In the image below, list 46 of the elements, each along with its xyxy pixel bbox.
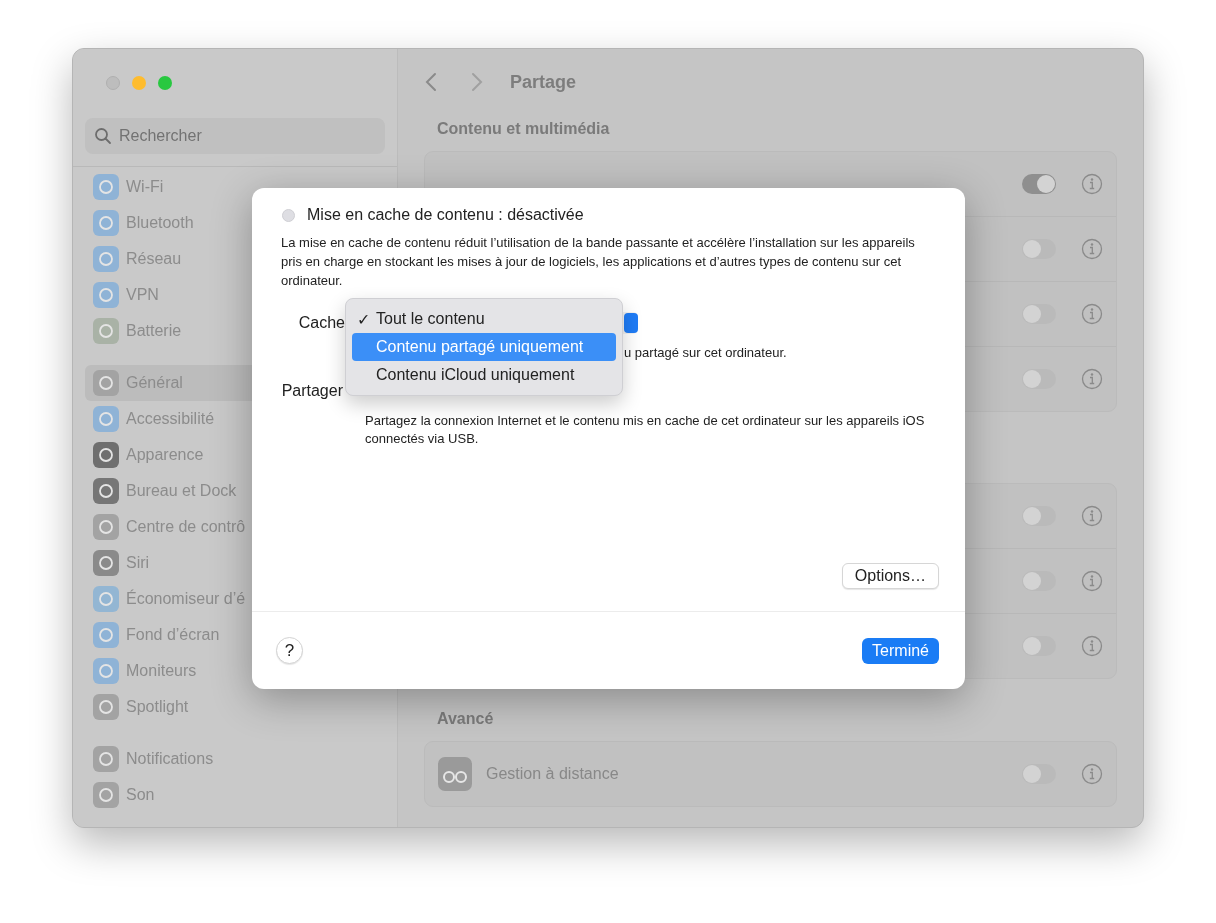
- toggle-switch[interactable]: [1022, 304, 1056, 324]
- minimize-light-icon[interactable]: [132, 76, 146, 90]
- sidebar-item[interactable]: Notifications: [85, 741, 385, 777]
- sidebar-item[interactable]: Spotlight: [85, 689, 385, 725]
- search-field[interactable]: Rechercher: [85, 118, 385, 154]
- toggle-switch[interactable]: [1022, 506, 1056, 526]
- info-icon[interactable]: [1081, 505, 1103, 527]
- toggle-switch[interactable]: [1022, 636, 1056, 656]
- close-light-icon[interactable]: [106, 76, 120, 90]
- sidebar-item[interactable]: Son: [85, 777, 385, 813]
- sidebar-item[interactable]: Siri: [85, 545, 385, 581]
- info-icon[interactable]: [1081, 238, 1103, 260]
- hint-text: u partagé sur cet ordinateur.: [624, 344, 788, 362]
- section-heading: Avancé: [436, 709, 495, 729]
- field-label: Cache: [297, 314, 345, 332]
- search-icon: [94, 127, 112, 145]
- info-icon[interactable]: [1081, 368, 1103, 390]
- sidebar-item[interactable]: Économiseur d’é: [85, 581, 385, 617]
- section-heading: Contenu et multimédia: [436, 119, 611, 139]
- toggle-switch[interactable]: [1022, 369, 1056, 389]
- toggle-switch[interactable]: [1022, 571, 1056, 591]
- description-text: La mise en cache de contenu réduit l’utilisation de la bande passante et accélère l’installation sur les appareils pris en charge en stockant les mises à jour de logiciels, les applications et d’autres types de contenu sur cet ordinateur.: [281, 234, 916, 290]
- options-button[interactable]: Options…: [841, 563, 939, 589]
- description-text: Partagez la connexion Internet et le contenu mis en cache de cet ordinateur sur les appareils iOS connectés via USB.: [365, 412, 926, 448]
- sidebar-item[interactable]: Bureau et Dock: [85, 473, 385, 509]
- status-label: Mise en cache de contenu : désactivée: [307, 206, 584, 224]
- done-button[interactable]: Terminé: [862, 637, 939, 664]
- row-label: Gestion à distance: [486, 765, 619, 783]
- toggle-switch[interactable]: [1022, 239, 1056, 259]
- menu-item[interactable]: Contenu partagé uniquement: [352, 333, 616, 361]
- help-button[interactable]: ?: [276, 637, 303, 664]
- menu-item[interactable]: ✓ Tout le contenu: [352, 305, 616, 333]
- sidebar-item[interactable]: Centre de contrô: [85, 509, 385, 545]
- window-title: Partage: [510, 71, 577, 93]
- info-icon[interactable]: [1081, 763, 1103, 785]
- forward-icon[interactable]: [470, 72, 484, 92]
- toggle-switch[interactable]: [1022, 764, 1056, 784]
- info-icon[interactable]: [1081, 303, 1103, 325]
- info-icon[interactable]: [1081, 173, 1103, 195]
- toggle-switch[interactable]: [1022, 174, 1056, 194]
- info-icon[interactable]: [1081, 635, 1103, 657]
- sidebar-item[interactable]: Wi-Fi: [85, 169, 385, 205]
- info-icon[interactable]: [1081, 570, 1103, 592]
- field-label: Partager: [280, 382, 343, 400]
- back-icon[interactable]: [424, 72, 438, 92]
- zoom-light-icon[interactable]: [158, 76, 172, 90]
